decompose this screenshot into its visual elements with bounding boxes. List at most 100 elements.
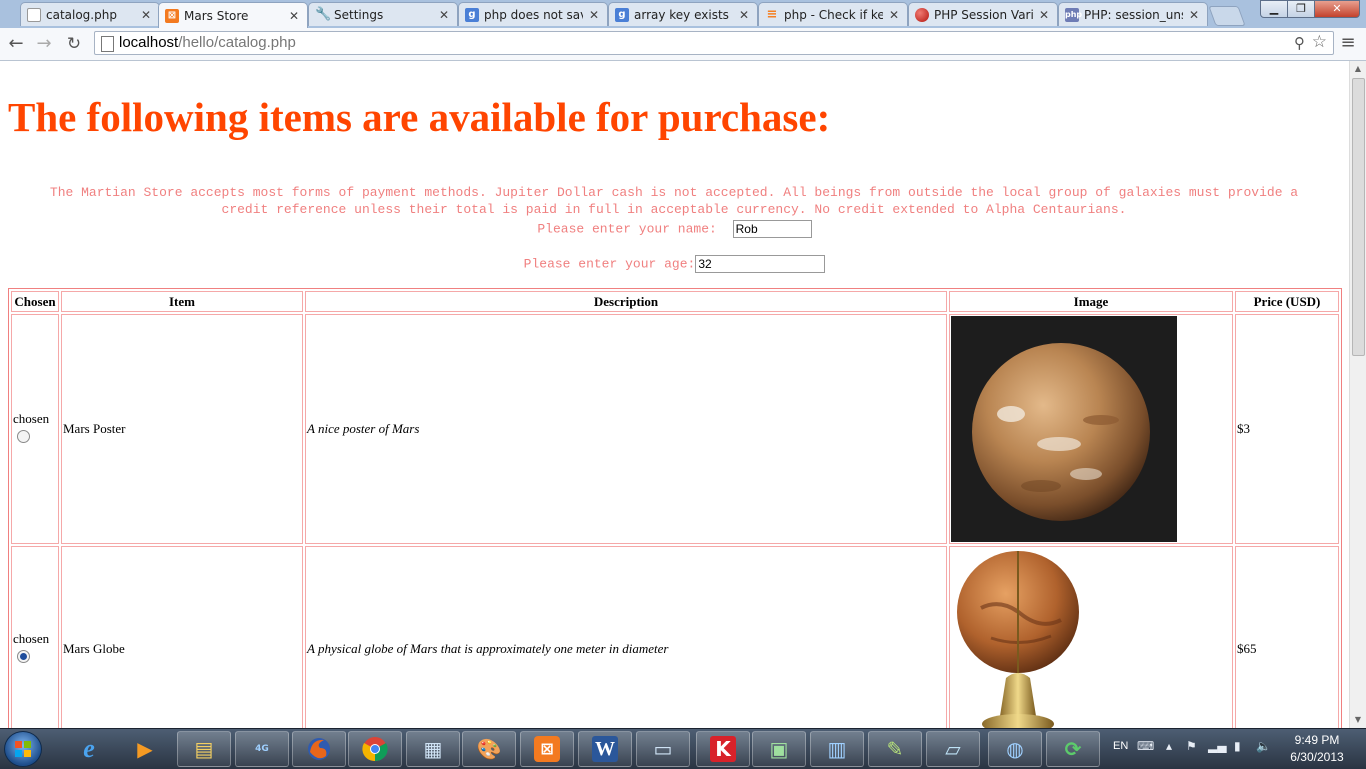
file-explorer-icon[interactable]: ▤ (177, 731, 231, 767)
xampp-icon: ⊠ (165, 8, 179, 23)
input-language[interactable]: EN (1113, 740, 1128, 752)
php-icon: php (1065, 7, 1082, 22)
tab-session-variables[interactable]: PHP Session Varia ✕ (908, 2, 1058, 26)
close-icon[interactable]: ✕ (737, 8, 751, 22)
close-icon[interactable]: ✕ (587, 8, 601, 22)
remote-desktop-icon[interactable]: ▭ (636, 731, 690, 767)
4g-wimax-icon[interactable]: 4G (235, 731, 289, 767)
blank-page-icon (27, 7, 41, 22)
keyboard-icon[interactable]: ⌨ (1137, 739, 1154, 753)
tab-strip: catalog.php ✕ ⊠ Mars Store ✕ 🔧 Settings … (0, 0, 1366, 28)
media-player-icon[interactable]: ▶ (118, 731, 172, 767)
name-input[interactable] (732, 220, 812, 238)
tab-title: php - Check if key (784, 7, 883, 22)
action-center-flag-icon[interactable]: ⚑ (1186, 739, 1197, 753)
google-icon: g (465, 7, 479, 22)
tab-title: Mars Store (184, 8, 249, 23)
scrollbar-thumb[interactable] (1352, 78, 1365, 356)
vertical-scrollbar[interactable]: ▲ ▼ (1349, 61, 1366, 728)
windows-taskbar: e ▶ ▤ 4G ▦ 🎨 ⊠ W ▭ K ▣ ▥ ✎ ▱ ◍ ⟳ EN ⌨ ▴ … (0, 728, 1366, 769)
windows-logo-icon (15, 741, 31, 757)
catalog-table: Chosen Item Description Image Price (USD… (8, 288, 1342, 728)
age-label: Please enter your age: (523, 256, 696, 272)
payment-notice: The Martian Store accepts most forms of … (49, 185, 1299, 217)
mars-globe-image (951, 548, 1091, 728)
show-hidden-icons-icon[interactable]: ▴ (1166, 739, 1172, 753)
chosen-cell: chosen (11, 314, 59, 544)
column-header-price: Price (USD) (1235, 291, 1339, 312)
stackoverflow-icon: ≡ (766, 6, 778, 22)
item-price: $3 (1235, 314, 1339, 544)
page-icon (101, 36, 114, 52)
column-header-item: Item (61, 291, 303, 312)
tab-catalog[interactable]: catalog.php ✕ (20, 2, 160, 26)
page-heading: The following items are available for pu… (8, 94, 831, 140)
item-name: Mars Poster (61, 314, 303, 544)
close-icon[interactable]: ✕ (139, 8, 153, 22)
name-label: Please enter your name: (537, 221, 717, 237)
sync-icon[interactable]: ⟳ (1046, 731, 1100, 767)
new-tab-button[interactable] (1208, 6, 1246, 26)
tab-title: array key exists an (634, 7, 733, 22)
tab-php-does-not-save[interactable]: g php does not save ✕ (458, 2, 608, 26)
maximize-button[interactable]: ❐ (1287, 0, 1315, 18)
tab-array-key-exists[interactable]: g array key exists an ✕ (608, 2, 758, 26)
tab-mars-store[interactable]: ⊠ Mars Store ✕ (158, 2, 308, 28)
close-icon[interactable]: ✕ (887, 8, 901, 22)
table-row: chosen Mars Globe A physical globe of Ma… (11, 546, 1339, 728)
forward-button[interactable]: → (32, 32, 56, 56)
back-button[interactable]: ← (4, 32, 28, 56)
close-icon[interactable]: ✕ (1187, 8, 1201, 22)
age-input[interactable] (695, 255, 826, 273)
signal-strength-icon[interactable]: ▂▄ (1208, 739, 1226, 753)
close-icon[interactable]: ✕ (287, 9, 301, 23)
close-icon[interactable]: ✕ (1037, 8, 1051, 22)
xampp-icon[interactable]: ⊠ (520, 731, 574, 767)
chrome-logo (362, 737, 388, 762)
kaspersky-icon[interactable]: K (696, 731, 750, 767)
calculator-icon[interactable]: ▦ (406, 731, 460, 767)
tab-settings[interactable]: 🔧 Settings ✕ (308, 2, 458, 26)
firefox-icon[interactable] (292, 731, 346, 767)
chosen-cell: chosen (11, 546, 59, 728)
address-bar[interactable]: localhost/hello/catalog.php ⚲ ☆ (94, 31, 1334, 55)
minimize-button[interactable]: ▁ (1260, 0, 1288, 18)
magnifier-icon[interactable]: ⚲ (1294, 34, 1305, 52)
battery-icon[interactable]: ▮ (1234, 739, 1241, 753)
tab-title: Settings (334, 7, 384, 22)
tab-check-if-key[interactable]: ≡ php - Check if key ✕ (758, 2, 908, 26)
chrome-icon[interactable] (348, 731, 402, 767)
scroll-up-arrow-icon[interactable]: ▲ (1350, 61, 1366, 77)
internet-explorer-icon[interactable]: e (62, 731, 116, 767)
tab-session-unset[interactable]: php PHP: session_unse ✕ (1058, 2, 1208, 26)
paint-icon[interactable]: 🎨 (462, 731, 516, 767)
url-host: localhost (119, 34, 179, 51)
word-icon[interactable]: W (578, 731, 632, 767)
volume-icon[interactable]: 🔈 (1256, 739, 1271, 753)
start-button[interactable] (4, 731, 42, 767)
tab-title: php does not save (484, 7, 583, 22)
control-panel-icon[interactable]: ▥ (810, 731, 864, 767)
bookmark-star-icon[interactable]: ☆ (1312, 32, 1327, 52)
menu-icon[interactable]: ≡ (1340, 33, 1356, 53)
clock-date[interactable]: 6/30/2013 (1276, 750, 1358, 764)
system-monitor-icon[interactable]: ▣ (752, 731, 806, 767)
image-cell (949, 546, 1233, 728)
window-close-button[interactable]: ✕ (1314, 0, 1360, 18)
notepad-plus-plus-icon[interactable]: ✎ (868, 731, 922, 767)
clock-time[interactable]: 9:49 PM (1276, 733, 1358, 747)
notepad-icon[interactable]: ▱ (926, 731, 980, 767)
table-header-row: Chosen Item Description Image Price (USD… (11, 291, 1339, 312)
choose-mars-globe-radio[interactable] (17, 650, 30, 663)
chosen-label: chosen (13, 411, 50, 426)
scroll-down-arrow-icon[interactable]: ▼ (1350, 712, 1366, 728)
tab-title: PHP Session Varia (934, 7, 1033, 22)
url-text[interactable]: localhost/hello/catalog.php (119, 34, 296, 51)
image-cell (949, 314, 1233, 544)
mars-poster-image (951, 316, 1177, 542)
network-icon[interactable]: ◍ (988, 731, 1042, 767)
firefox-logo (308, 738, 330, 760)
choose-mars-poster-radio[interactable] (17, 430, 30, 443)
close-icon[interactable]: ✕ (437, 8, 451, 22)
reload-button[interactable]: ↻ (62, 32, 86, 56)
